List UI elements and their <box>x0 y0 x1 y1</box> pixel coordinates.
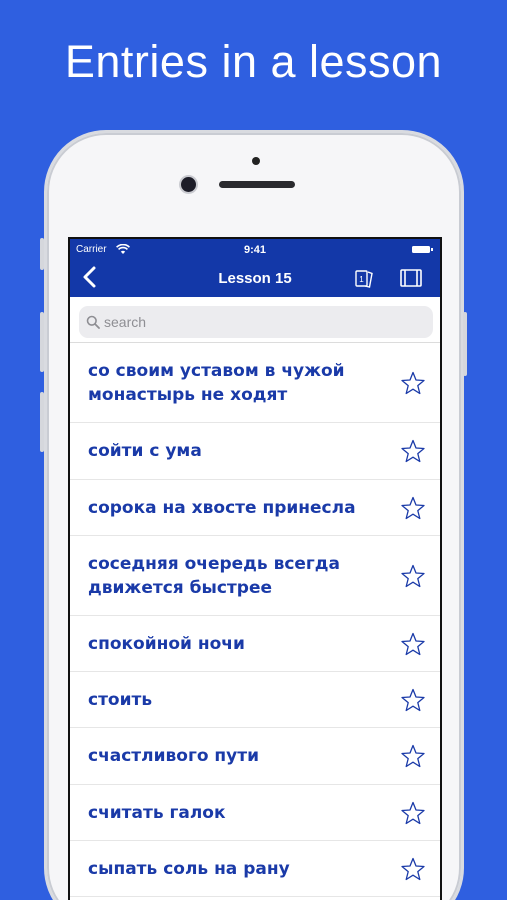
entry-text: со своим уставом в чужой монастырь не хо… <box>88 361 345 405</box>
page-title: Lesson 15 <box>218 270 292 287</box>
search-icon <box>86 315 100 329</box>
earpiece-speaker <box>219 181 295 188</box>
list-item[interactable]: спокойной ночи <box>70 616 440 672</box>
entry-text: стоить <box>88 689 153 710</box>
entry-text: соседняя очередь всегда движется быстрее <box>88 553 341 598</box>
star-icon[interactable] <box>400 438 426 464</box>
star-icon[interactable] <box>400 743 426 769</box>
star-icon[interactable] <box>400 631 426 657</box>
entry-text: сыпать соль на рану <box>88 858 290 879</box>
star-icon[interactable] <box>400 495 426 521</box>
list-item[interactable]: сыпать соль на рану <box>70 841 440 897</box>
volume-up-button <box>40 312 44 372</box>
status-time: 9:41 <box>243 244 267 256</box>
list-item[interactable]: считать галок <box>70 785 440 841</box>
star-icon[interactable] <box>400 687 426 713</box>
promo-title: Entries in a lesson <box>64 36 443 87</box>
list-item[interactable]: стоить <box>70 672 440 728</box>
book-icon[interactable] <box>400 269 422 287</box>
flashcards-icon[interactable]: 1 <box>353 267 375 289</box>
app-screen: Carrier 9:41 Lesson 15 1 search со своим… <box>68 237 442 900</box>
list-item[interactable]: соседняя очередь всегда движется быстрее <box>70 536 440 616</box>
search-input[interactable] <box>104 306 424 338</box>
power-button <box>463 312 467 376</box>
entry-text: спокойной ночи <box>88 633 245 654</box>
front-camera <box>181 177 196 192</box>
star-icon[interactable] <box>400 370 426 396</box>
star-icon[interactable] <box>400 563 426 589</box>
list-item[interactable]: сойти с ума <box>70 423 440 480</box>
entry-text: считать галок <box>88 802 226 823</box>
list-item[interactable]: сорока на хвосте принесла <box>70 480 440 536</box>
navigation-bar: Carrier 9:41 Lesson 15 1 <box>70 239 440 297</box>
list-item[interactable]: со своим уставом в чужой монастырь не хо… <box>70 344 440 423</box>
entry-text: сойти с ума <box>88 441 202 461</box>
battery-icon <box>412 246 433 253</box>
entry-text: сорока на хвосте принесла <box>88 497 356 518</box>
front-sensor <box>252 157 260 165</box>
flashcards-badge: 1 <box>359 275 364 284</box>
list-item[interactable]: счастливого пути <box>70 728 440 785</box>
entry-text: счастливого пути <box>88 746 260 766</box>
star-icon[interactable] <box>400 856 426 882</box>
star-icon[interactable] <box>400 800 426 826</box>
search-bar <box>70 297 440 343</box>
volume-down-button <box>40 392 44 452</box>
search-field[interactable] <box>79 306 433 338</box>
mute-switch <box>40 238 44 270</box>
entries-list: со своим уставом в чужой монастырь не хо… <box>70 344 440 897</box>
